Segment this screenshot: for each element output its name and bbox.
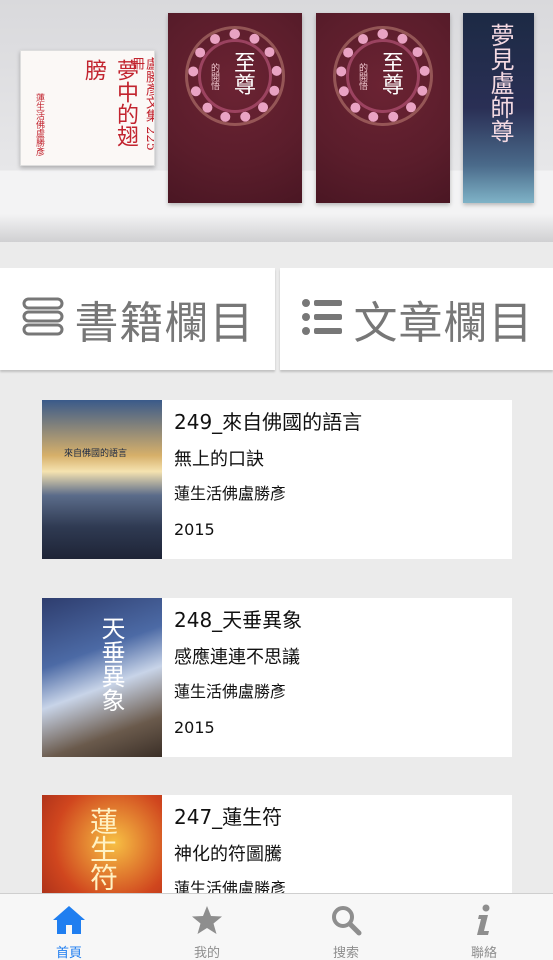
app-screen: 夢中的翅膀 盧勝彥文集 225冊 蓮生活佛盧勝彥 至尊 的開悟 至尊 的開悟 夢…	[0, 0, 553, 960]
tabbar-home-label: 首頁	[55, 946, 82, 960]
tab-articles[interactable]: 文章欄目	[280, 268, 553, 370]
book-subtitle: 無上的口訣	[174, 449, 264, 470]
shelf-book-1-seal: 蓮生活佛盧勝彥	[34, 93, 44, 156]
book-info: 248_天垂異象 感應連連不思議 蓮生活佛盧勝彥 2015	[174, 608, 504, 739]
book-author: 蓮生活佛盧勝彥	[174, 879, 287, 893]
tabbar-favorites[interactable]: 我的	[138, 894, 276, 960]
book-info: 247_蓮生符 神化的符圖騰 蓮生活佛盧勝彥	[174, 805, 504, 893]
book-year: 2015	[174, 718, 215, 737]
book-author: 蓮生活佛盧勝彥	[174, 484, 287, 503]
bookshelf-header: 夢中的翅膀 盧勝彥文集 225冊 蓮生活佛盧勝彥 至尊 的開悟 至尊 的開悟 夢…	[0, 0, 553, 242]
star-icon	[190, 903, 224, 937]
book-cover-image: 來自佛國的語言	[42, 400, 162, 559]
book-cover-title: 天垂異象	[97, 616, 125, 712]
shelf-book-4[interactable]: 夢見盧師尊	[463, 13, 534, 203]
stack-icon	[21, 295, 65, 343]
shelf-book-3-subtitle: 的開悟	[357, 63, 367, 90]
search-icon	[329, 903, 363, 937]
tab-books[interactable]: 書籍欄目	[0, 268, 275, 370]
shelf-book-2[interactable]: 至尊 的開悟	[168, 13, 302, 203]
category-tabs: 書籍欄目 文章欄目	[0, 268, 553, 370]
tabbar-contact-label: 聯絡	[470, 946, 497, 960]
book-cover-image: 蓮生符	[42, 795, 162, 893]
shelf-book-1-side-text: 盧勝彥文集 225冊	[129, 57, 155, 151]
book-cover-title: 蓮生符	[86, 807, 119, 891]
list-item[interactable]: 蓮生符 247_蓮生符 神化的符圖騰 蓮生活佛盧勝彥	[42, 795, 512, 893]
book-author: 蓮生活佛盧勝彥	[174, 682, 287, 701]
list-icon	[300, 295, 344, 343]
shelf-book-4-title: 夢見盧師尊	[486, 23, 514, 143]
tabbar-search-label: 搜索	[332, 946, 359, 960]
shelf-book-2-title: 至尊	[230, 51, 255, 95]
list-item[interactable]: 天垂異象 248_天垂異象 感應連連不思議 蓮生活佛盧勝彥 2015	[42, 598, 512, 757]
book-cover-image: 天垂異象	[42, 598, 162, 757]
tabbar-favorites-label: 我的	[193, 946, 220, 960]
home-icon	[52, 903, 86, 937]
book-subtitle: 神化的符圖騰	[174, 844, 282, 865]
list-item[interactable]: 來自佛國的語言 249_來自佛國的語言 無上的口訣 蓮生活佛盧勝彥 2015	[42, 400, 512, 559]
shelf-book-3[interactable]: 至尊 的開悟	[316, 13, 450, 203]
book-info: 249_來自佛國的語言 無上的口訣 蓮生活佛盧勝彥 2015	[174, 410, 504, 541]
tab-books-label: 書籍欄目	[74, 298, 255, 349]
book-cover-title: 來自佛國的語言	[64, 449, 128, 459]
tabbar-home[interactable]: 首頁	[0, 894, 138, 960]
tabbar-contact[interactable]: 聯絡	[415, 894, 553, 960]
shelf-book-3-title: 至尊	[378, 51, 403, 95]
shelf-book-1[interactable]: 夢中的翅膀 盧勝彥文集 225冊 蓮生活佛盧勝彥	[20, 50, 155, 166]
tab-articles-label: 文章欄目	[353, 298, 534, 349]
book-list[interactable]: 來自佛國的語言 249_來自佛國的語言 無上的口訣 蓮生活佛盧勝彥 2015 天…	[0, 388, 553, 893]
book-title: 249_來自佛國的語言	[174, 410, 363, 434]
book-subtitle: 感應連連不思議	[174, 647, 300, 668]
book-year: 2015	[174, 520, 215, 539]
info-icon	[467, 903, 501, 937]
tabbar-search[interactable]: 搜索	[277, 894, 415, 960]
bottom-tab-bar: 首頁 我的 搜索 聯絡	[0, 893, 553, 960]
book-title: 248_天垂異象	[174, 608, 303, 632]
book-title: 247_蓮生符	[174, 805, 283, 829]
shelf-book-2-subtitle: 的開悟	[209, 63, 219, 90]
